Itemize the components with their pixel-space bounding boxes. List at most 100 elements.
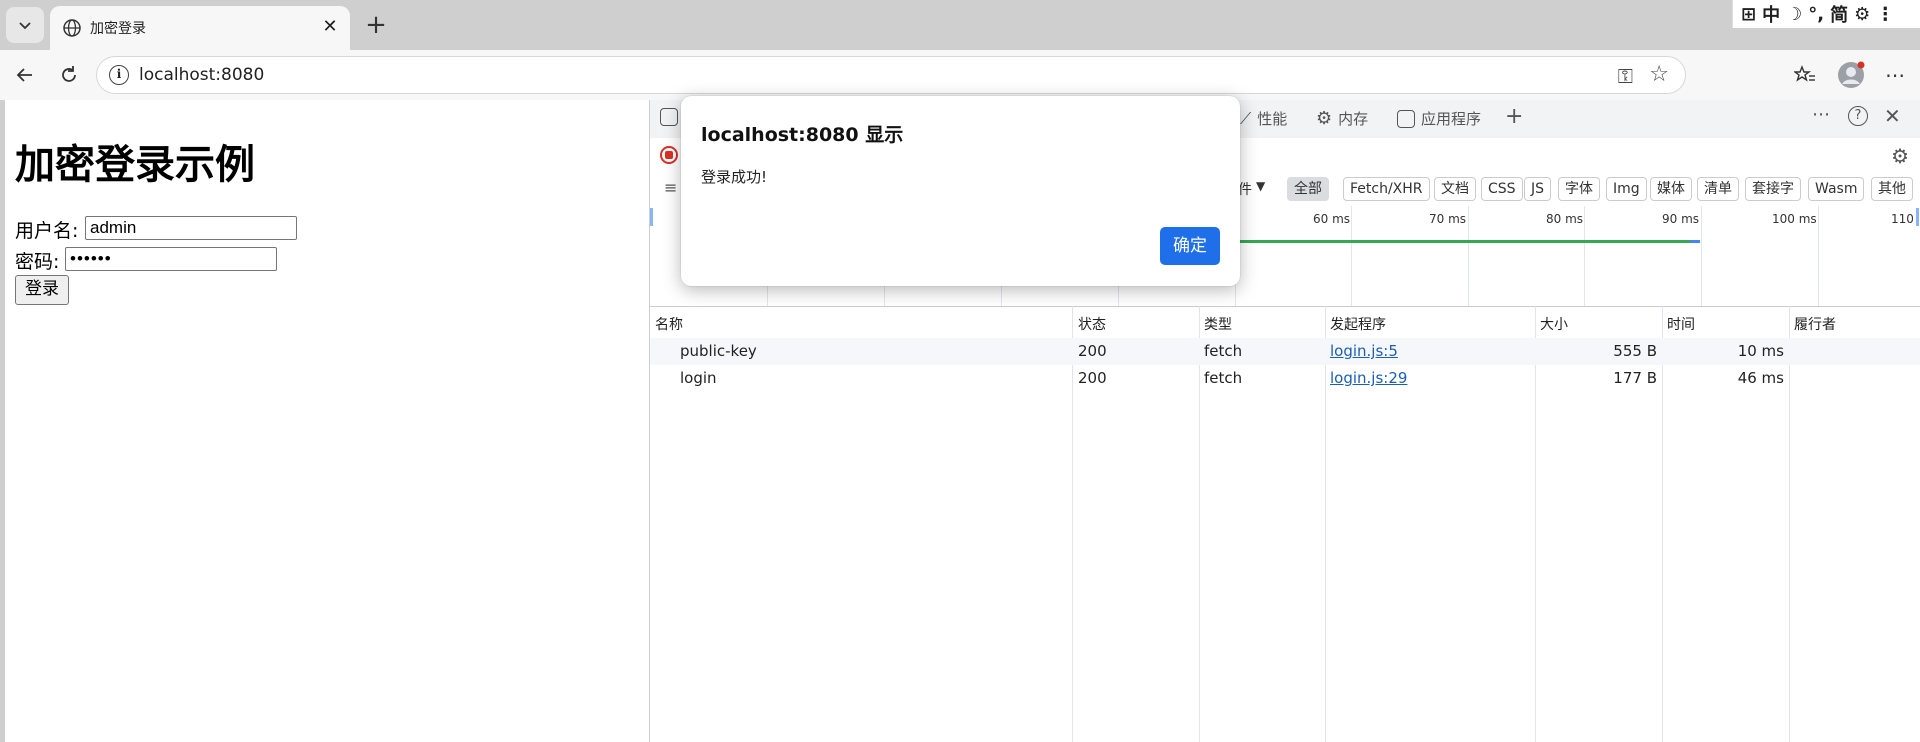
punctuation-icon[interactable]: °, xyxy=(1808,4,1824,25)
column-header[interactable]: 状态 xyxy=(1078,314,1106,334)
ime-mode[interactable]: 中 xyxy=(1762,1,1780,27)
request-status: 200 xyxy=(1078,342,1107,360)
table-row[interactable]: public-key 200 fetch login.js:5 555 B 10… xyxy=(650,338,1920,365)
tab-performance[interactable]: ⟋ 性能 xyxy=(1240,108,1287,129)
grid-tick xyxy=(1468,206,1469,306)
devtools-settings-icon[interactable]: ⚙ xyxy=(1891,144,1909,168)
filter-icon[interactable]: ≡ xyxy=(664,178,677,197)
column-header[interactable]: 大小 xyxy=(1540,314,1568,334)
favorites-icon[interactable] xyxy=(1788,58,1822,92)
request-table: 名称 状态 类型 发起程序 大小 时间 履行者 public-key 200 f… xyxy=(650,306,1920,742)
column-header[interactable]: 履行者 xyxy=(1794,314,1836,334)
grid-tick xyxy=(1584,206,1585,306)
tick-label: 100 ms xyxy=(1772,212,1817,226)
key-icon[interactable]: ⚿ xyxy=(1618,64,1633,88)
ime-toolbar: ⊞ 中 ☽ °, 简 ⚙ ⋮ xyxy=(1732,0,1920,28)
filter-font[interactable]: 字体 xyxy=(1558,177,1600,201)
profile-avatar[interactable] xyxy=(1834,58,1868,92)
filter-partial: 件 xyxy=(1238,182,1252,198)
request-size: 177 B xyxy=(1613,369,1657,387)
filter-doc[interactable]: 文档 xyxy=(1434,177,1476,201)
filter-all[interactable]: 全部 xyxy=(1287,177,1329,201)
tick-label: 90 ms xyxy=(1662,212,1700,226)
filter-js[interactable]: JS xyxy=(1524,177,1552,201)
filter-media[interactable]: 媒体 xyxy=(1650,177,1692,201)
more-menu-icon[interactable]: ⋯ xyxy=(1878,58,1912,92)
login-button[interactable]: 登录 xyxy=(15,275,69,305)
tick-label: 110 xyxy=(1891,212,1914,226)
grid-tick xyxy=(1351,206,1352,306)
dialog-message: 登录成功! xyxy=(701,168,768,186)
waterfall-bar-blue xyxy=(1690,240,1700,243)
filter-wasm[interactable]: Wasm xyxy=(1808,177,1865,201)
column-header[interactable]: 发起程序 xyxy=(1330,314,1386,334)
tab-title: 加密登录 xyxy=(90,21,146,37)
password-input[interactable]: •••••• xyxy=(65,247,277,271)
filter-css[interactable]: CSS xyxy=(1481,177,1523,201)
filter-fetch-xhr[interactable]: Fetch/XHR xyxy=(1343,177,1430,201)
help-icon[interactable]: ? xyxy=(1848,106,1868,126)
favorite-star-icon[interactable]: ☆ xyxy=(1649,62,1669,87)
request-status: 200 xyxy=(1078,369,1107,387)
reload-icon[interactable] xyxy=(52,58,86,92)
username-label: 用户名: xyxy=(15,220,79,242)
inspect-icon[interactable] xyxy=(660,108,678,126)
page-viewport: 加密登录示例 用户名: admin 密码: •••••• 登录 xyxy=(5,100,649,742)
request-initiator-link[interactable]: login.js:29 xyxy=(1330,369,1407,387)
memory-icon: ⚙ xyxy=(1316,108,1333,129)
grid-icon[interactable]: ⊞ xyxy=(1741,4,1756,25)
tab-memory-label: 内存 xyxy=(1338,110,1369,128)
browser-tab[interactable]: 加密登录 ✕ xyxy=(50,6,350,50)
username-input[interactable]: admin xyxy=(85,216,297,240)
tick-label: 70 ms xyxy=(1429,212,1467,226)
filter-manifest[interactable]: 清单 xyxy=(1697,177,1739,201)
more-icon[interactable]: ⋮ xyxy=(1876,4,1894,25)
request-initiator-link[interactable]: login.js:5 xyxy=(1330,342,1398,360)
tab-memory[interactable]: ⚙ 内存 xyxy=(1316,108,1368,129)
filter-socket[interactable]: 套接字 xyxy=(1745,177,1801,201)
tick-label: 80 ms xyxy=(1546,212,1584,226)
tick-label: 60 ms xyxy=(1313,212,1351,226)
table-header: 名称 状态 类型 发起程序 大小 时间 履行者 xyxy=(650,306,1920,339)
request-name[interactable]: login xyxy=(680,369,717,387)
request-time: 10 ms xyxy=(1737,342,1784,360)
column-header[interactable]: 名称 xyxy=(655,314,683,334)
page-title: 加密登录示例 xyxy=(15,142,255,188)
grid-tick xyxy=(1818,206,1819,306)
password-label: 密码: xyxy=(15,251,60,273)
moon-icon[interactable]: ☽ xyxy=(1786,4,1802,25)
back-icon[interactable] xyxy=(8,58,42,92)
application-icon xyxy=(1397,109,1415,128)
request-time: 46 ms xyxy=(1737,369,1784,387)
request-size: 555 B xyxy=(1613,342,1657,360)
add-panel-icon[interactable]: + xyxy=(1505,104,1523,129)
dropdown-caret-icon[interactable]: ▼ xyxy=(1256,179,1265,193)
performance-icon: ⟋ xyxy=(1240,108,1252,128)
ime-script[interactable]: 简 xyxy=(1830,1,1848,27)
ok-button[interactable]: 确定 xyxy=(1160,227,1220,265)
devtools-more-icon[interactable]: ⋯ xyxy=(1812,104,1830,125)
new-tab-button[interactable]: + xyxy=(360,10,392,42)
request-type: fetch xyxy=(1204,342,1243,360)
tab-performance-label: 性能 xyxy=(1257,110,1288,128)
column-header[interactable]: 类型 xyxy=(1204,314,1232,334)
filter-other[interactable]: 其他 xyxy=(1871,177,1913,201)
settings-icon[interactable]: ⚙ xyxy=(1854,4,1870,25)
chevron-down-icon xyxy=(19,22,31,30)
close-devtools-icon[interactable]: ✕ xyxy=(1884,104,1901,128)
column-header[interactable]: 时间 xyxy=(1667,314,1695,334)
tab-application[interactable]: 应用程序 xyxy=(1397,108,1481,129)
address-url[interactable]: localhost:8080 xyxy=(139,65,264,85)
table-row[interactable]: login 200 fetch login.js:29 177 B 46 ms xyxy=(650,365,1920,392)
tab-list-button[interactable] xyxy=(6,7,44,43)
record-icon[interactable] xyxy=(660,146,678,164)
address-bar[interactable]: i localhost:8080 ⚿ ☆ xyxy=(96,56,1686,94)
request-name[interactable]: public-key xyxy=(680,342,757,360)
close-tab-icon[interactable]: ✕ xyxy=(318,15,342,39)
site-info-icon[interactable]: i xyxy=(109,65,129,85)
range-handle-right[interactable] xyxy=(1916,208,1919,226)
tab-application-label: 应用程序 xyxy=(1421,110,1482,128)
range-handle-left[interactable] xyxy=(650,208,653,226)
filter-img[interactable]: Img xyxy=(1606,177,1647,201)
waterfall-bar-green xyxy=(1220,240,1690,243)
